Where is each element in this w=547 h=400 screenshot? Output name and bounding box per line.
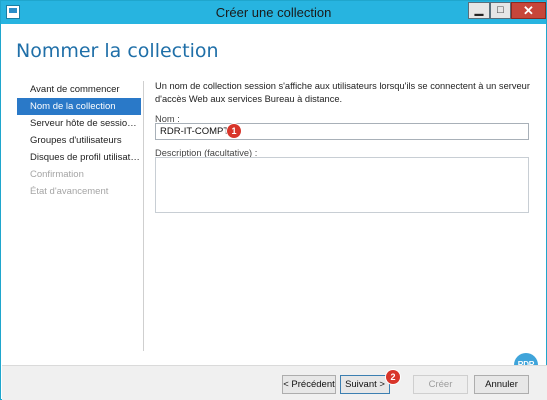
- create-collection-window: Créer une collection ▁ □ ✕ Nommer la col…: [0, 0, 547, 400]
- nav-divider: [143, 81, 144, 351]
- nav-item-nom-de-la-collection[interactable]: Nom de la collection: [17, 98, 141, 115]
- cancel-button[interactable]: Annuler: [474, 375, 529, 394]
- annotation-marker-2: 2: [386, 370, 400, 384]
- previous-button[interactable]: < Précédent: [282, 375, 336, 394]
- nav-item-confirmation: Confirmation: [30, 169, 84, 180]
- title-bar[interactable]: Créer une collection ▁ □ ✕: [1, 1, 546, 24]
- minimize-button[interactable]: ▁: [468, 2, 490, 19]
- page-title: Nommer la collection: [16, 40, 219, 62]
- nav-item-groupes-utilisateurs[interactable]: Groupes d'utilisateurs: [17, 132, 141, 149]
- create-button: Créer: [413, 375, 468, 394]
- intro-text: Un nom de collection session s'affiche a…: [155, 81, 530, 104]
- annotation-marker-1: 1: [227, 124, 241, 138]
- nav-item-avant-de-commencer[interactable]: Avant de commencer: [17, 81, 141, 98]
- collection-name-input[interactable]: [155, 123, 529, 140]
- description-textarea[interactable]: [155, 157, 529, 213]
- next-button[interactable]: Suivant >: [340, 375, 390, 394]
- nav-item-serveur-hote-de-session[interactable]: Serveur hôte de session B...: [17, 115, 141, 132]
- wizard-step-nav: Avant de commencer Nom de la collection …: [17, 81, 141, 200]
- nav-item-etat-avancement: État d'avancement: [30, 186, 109, 197]
- nav-item-disques-de-profil[interactable]: Disques de profil utilisateur: [17, 149, 141, 166]
- close-button[interactable]: ✕: [511, 2, 546, 19]
- window-title: Créer une collection: [215, 5, 332, 20]
- maximize-button[interactable]: □: [490, 2, 511, 19]
